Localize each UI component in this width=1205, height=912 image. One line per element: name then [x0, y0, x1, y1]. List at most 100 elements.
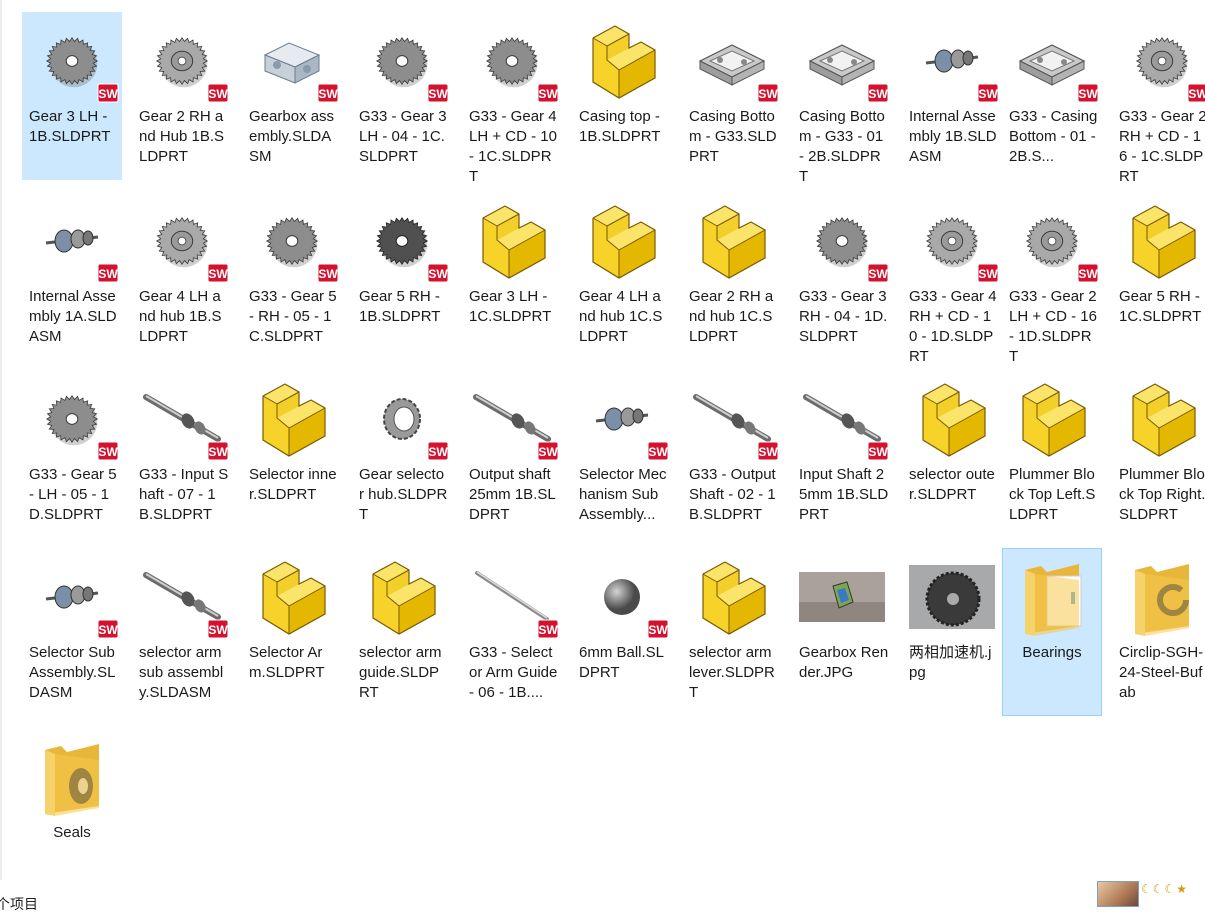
file-item[interactable]: SW Gear 2 RH and Hub 1B.SLDPRT	[132, 12, 232, 180]
item-label: Gear 2 RH and hub 1C.SLDPRT	[689, 288, 774, 345]
file-item[interactable]: selector arm lever.SLDPRT	[682, 548, 782, 716]
item-label: Plummer Block Top Left.SLDPRT	[1009, 466, 1096, 523]
file-item[interactable]: SW Gear selector hub.SLDPRT	[352, 370, 452, 538]
svg-text:SW: SW	[208, 267, 228, 281]
file-item[interactable]: SW Internal Assembly 1A.SLDASM	[22, 192, 122, 360]
file-item[interactable]: SW Input Shaft 25mm 1B.SLDPRT	[792, 370, 892, 538]
file-item[interactable]: SW G33 - Output Shaft - 02 - 1B.SLDPRT	[682, 370, 782, 538]
file-item[interactable]: SW G33 - Gear 4 LH + CD - 10 - 1C.SLDPRT	[462, 12, 562, 185]
block-icon	[1113, 195, 1205, 287]
file-item[interactable]: selector arm guide.SLDPRT	[352, 548, 452, 716]
file-item[interactable]: SW selector arm sub assembly.SLDASM	[132, 548, 232, 716]
item-label: G33 - Gear 3 LH - 04 - 1C.SLDPRT	[359, 108, 447, 165]
file-item[interactable]: SW Casing Bottom - G33 - 01 - 2B.SLDPRT	[792, 12, 892, 185]
item-label: Gear 5 RH - 1C.SLDPRT	[1119, 288, 1202, 325]
avatar[interactable]	[1097, 881, 1139, 907]
file-item[interactable]: Gearbox Render.JPG	[792, 548, 892, 716]
item-label: Circlip-SGH-24-Steel-Bufab	[1119, 644, 1204, 701]
item-label: Casing Bottom - G33 - 01 - 2B.SLDPRT	[799, 108, 885, 185]
solidworks-badge-icon: SW	[207, 263, 229, 283]
item-label: Input Shaft 25mm 1B.SLDPRT	[799, 466, 889, 523]
tray-indicator: ☾☾☾★	[1141, 882, 1189, 896]
item-label: G33 - Casing Bottom - 01 - 2B.S...	[1009, 108, 1098, 165]
file-item[interactable]: Gear 4 LH and hub 1C.SLDPRT	[572, 192, 672, 360]
file-item[interactable]: SW G33 - Gear 2 RH + CD - 16 - 1C.SLDPRT	[1112, 12, 1205, 185]
file-item[interactable]: 两相加速机.jpg	[902, 548, 1002, 716]
file-item[interactable]: SW G33 - Gear 2 LH + CD - 16 - 1D.SLDPRT	[1002, 192, 1102, 365]
file-item[interactable]: SW 6mm Ball.SLDPRT	[572, 548, 672, 716]
item-label: G33 - Gear 2 LH + CD - 16 - 1D.SLDPRT	[1009, 288, 1097, 365]
solidworks-badge-icon: SW	[317, 83, 339, 103]
file-item[interactable]: SW G33 - Gear 4 RH + CD - 10 - 1D.SLDPRT	[902, 192, 1002, 365]
svg-text:SW: SW	[978, 267, 998, 281]
item-label: Internal Assembly 1B.SLDASM	[909, 108, 997, 165]
solidworks-badge-icon: SW	[1077, 83, 1099, 103]
item-label: Gear 4 LH and hub 1B.SLDPRT	[139, 288, 222, 345]
item-label: Plummer Block Top Right.SLDPRT	[1119, 466, 1205, 523]
file-item[interactable]: SW G33 - Gear 3 RH - 04 - 1D.SLDPRT	[792, 192, 892, 360]
file-item[interactable]: Selector Arm.SLDPRT	[242, 548, 342, 716]
file-item[interactable]: Gear 5 RH - 1C.SLDPRT	[1112, 192, 1205, 360]
item-label: G33 - Gear 3 RH - 04 - 1D.SLDPRT	[799, 288, 888, 345]
file-icon-grid: SW Gear 3 LH - 1B.SLDPRT SW Gear 2 RH an…	[0, 0, 1205, 880]
svg-text:SW: SW	[868, 87, 888, 101]
item-label: G33 - Selector Arm Guide - 06 - 1B....	[469, 644, 558, 701]
folder-item[interactable]: Circlip-SGH-24-Steel-Bufab	[1112, 548, 1205, 716]
folder-icon	[1003, 551, 1101, 643]
file-item[interactable]: Plummer Block Top Right.SLDPRT	[1112, 370, 1205, 538]
item-label: G33 - Output Shaft - 02 - 1B.SLDPRT	[689, 466, 776, 523]
file-item[interactable]: Casing top - 1B.SLDPRT	[572, 12, 672, 180]
file-item[interactable]: SW G33 - Gear 5 - LH - 05 - 1D.SLDPRT	[22, 370, 122, 538]
svg-text:SW: SW	[538, 445, 558, 459]
solidworks-badge-icon: SW	[207, 83, 229, 103]
file-item[interactable]: Gear 3 LH - 1C.SLDPRT	[462, 192, 562, 360]
block-icon	[243, 373, 341, 465]
solidworks-badge-icon: SW	[867, 263, 889, 283]
svg-text:SW: SW	[208, 623, 228, 637]
svg-text:SW: SW	[428, 267, 448, 281]
file-item[interactable]: SW G33 - Casing Bottom - 01 - 2B.S...	[1002, 12, 1102, 180]
folder-item[interactable]: Seals	[22, 728, 122, 896]
file-item[interactable]: SW G33 - Selector Arm Guide - 06 - 1B...…	[462, 548, 562, 716]
solidworks-badge-icon: SW	[427, 441, 449, 461]
file-item[interactable]: SW Internal Assembly 1B.SLDASM	[902, 12, 1002, 180]
item-label: Gearbox assembly.SLDASM	[249, 108, 335, 165]
file-item[interactable]: Plummer Block Top Left.SLDPRT	[1002, 370, 1102, 538]
file-item[interactable]: SW G33 - Gear 3 LH - 04 - 1C.SLDPRT	[352, 12, 452, 180]
file-item[interactable]: Selector inner.SLDPRT	[242, 370, 342, 538]
file-item[interactable]: SW Gearbox assembly.SLDASM	[242, 12, 342, 180]
svg-text:SW: SW	[1078, 267, 1098, 281]
block-icon	[1113, 373, 1205, 465]
folder-item[interactable]: Bearings	[1002, 548, 1102, 716]
file-item[interactable]: selector outer.SLDPRT	[902, 370, 1002, 538]
file-item[interactable]: SW Gear 3 LH - 1B.SLDPRT	[22, 12, 122, 180]
file-item[interactable]: SW Output shaft 25mm 1B.SLDPRT	[462, 370, 562, 538]
render-photo-icon	[793, 551, 891, 643]
folder-icon	[1113, 551, 1205, 643]
file-item[interactable]: SW Gear 5 RH - 1B.SLDPRT	[352, 192, 452, 360]
item-label: Gearbox Render.JPG	[799, 644, 889, 681]
svg-text:SW: SW	[538, 623, 558, 637]
file-item[interactable]: SW G33 - Gear 5 - RH - 05 - 1C.SLDPRT	[242, 192, 342, 360]
item-label: selector arm lever.SLDPRT	[689, 644, 775, 701]
svg-text:SW: SW	[648, 623, 668, 637]
solidworks-badge-icon: SW	[977, 263, 999, 283]
svg-text:SW: SW	[428, 87, 448, 101]
block-icon	[573, 15, 671, 107]
item-label: selector outer.SLDPRT	[909, 466, 995, 503]
item-label: Selector Arm.SLDPRT	[249, 644, 325, 681]
file-item[interactable]: SW Selector Mechanism Sub Assembly...	[572, 370, 672, 538]
file-item[interactable]: SW Casing Bottom - G33.SLDPRT	[682, 12, 782, 180]
folder-icon	[23, 731, 121, 823]
file-item[interactable]: Gear 2 RH and hub 1C.SLDPRT	[682, 192, 782, 360]
svg-text:SW: SW	[208, 87, 228, 101]
block-icon	[683, 551, 781, 643]
item-label: selector arm sub assembly.SLDASM	[139, 644, 224, 701]
solidworks-badge-icon: SW	[977, 83, 999, 103]
file-item[interactable]: SW Gear 4 LH and hub 1B.SLDPRT	[132, 192, 232, 360]
block-icon	[1003, 373, 1101, 465]
svg-text:SW: SW	[98, 267, 118, 281]
left-border	[0, 0, 2, 880]
file-item[interactable]: SW G33 - Input Shaft - 07 - 1B.SLDPRT	[132, 370, 232, 538]
file-item[interactable]: SW Selector Sub Assembly.SLDASM	[22, 548, 122, 716]
